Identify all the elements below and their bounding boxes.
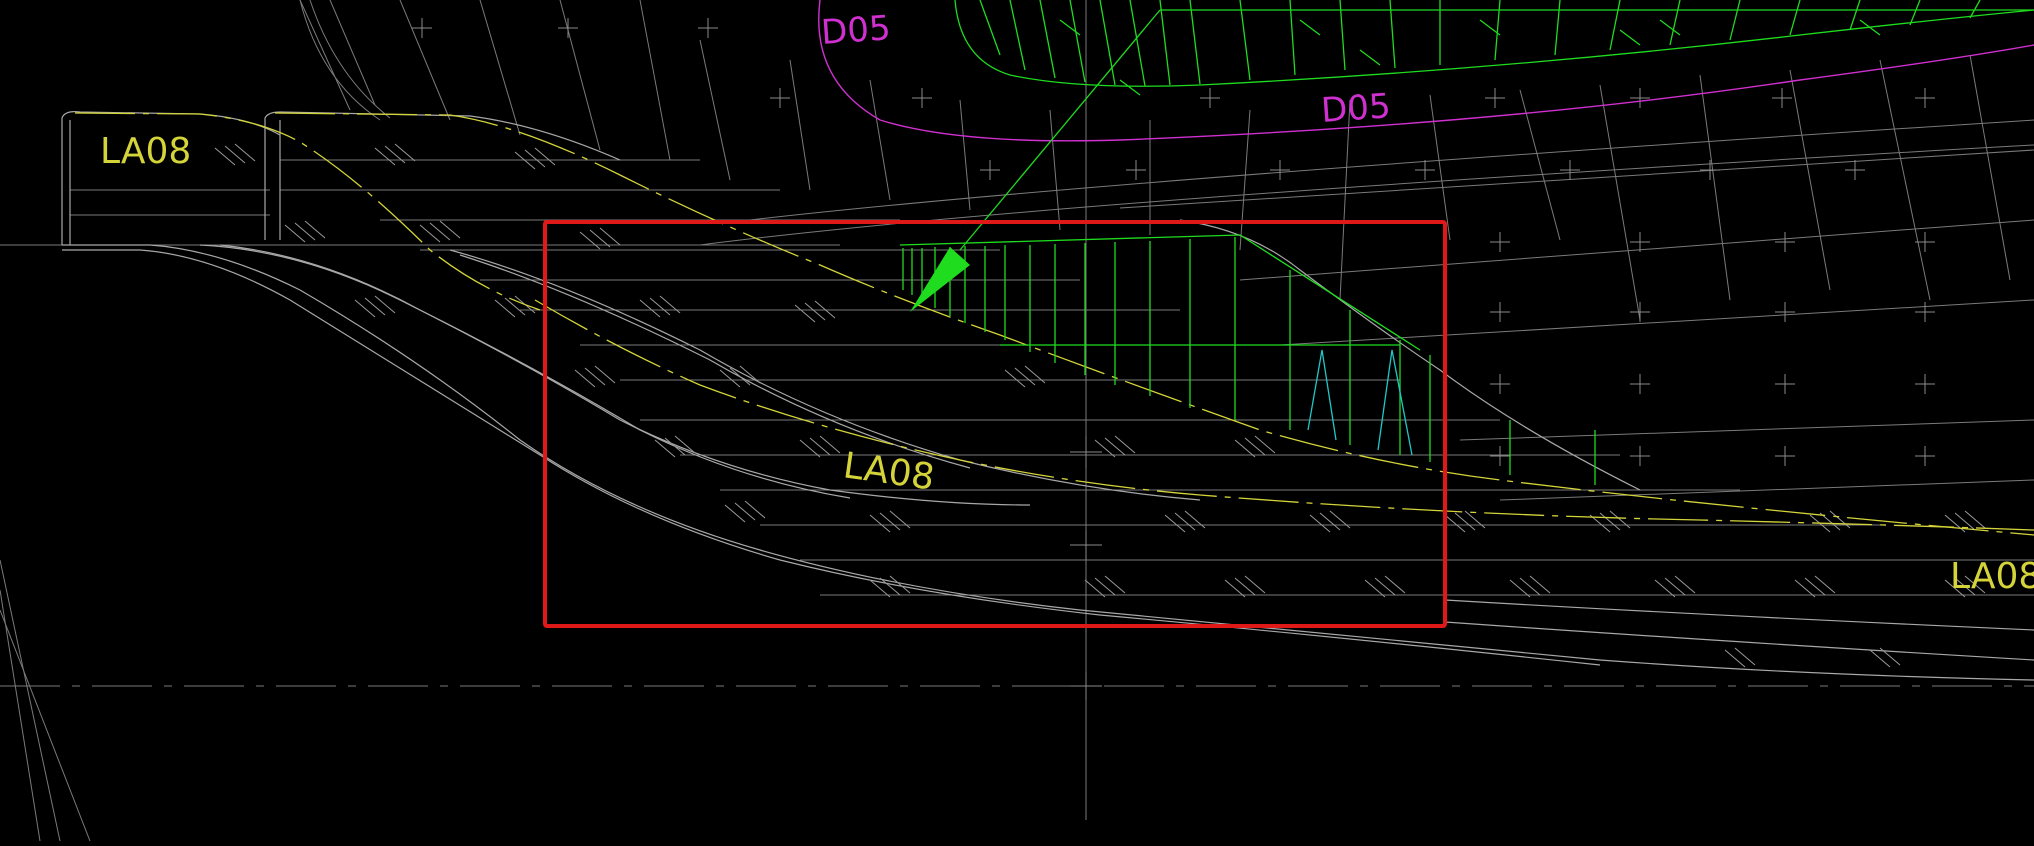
- green-hatch-region-top: [954, 0, 2034, 96]
- label-d05-curve: D05: [1320, 86, 1392, 131]
- cad-drawing-viewport[interactable]: LA08 LA08 LA08 D05 D05: [0, 0, 2034, 842]
- background-grid: [0, 0, 2034, 842]
- grid-cross-markers: [412, 18, 1935, 700]
- label-la08-right: LA08: [1950, 556, 2034, 597]
- label-d05-top: D05: [820, 8, 892, 53]
- green-hatch-region-selection: [899, 9, 1596, 485]
- cyan-spike-marks: [1307, 349, 1413, 456]
- layer-labels: LA08 LA08 LA08 D05 D05: [100, 8, 2034, 597]
- selection-highlight-box: [543, 220, 1447, 628]
- cad-drawing-canvas[interactable]: LA08 LA08 LA08 D05 D05: [0, 0, 2034, 842]
- label-la08-center: LA08: [841, 445, 937, 498]
- label-la08-top-left: LA08: [100, 131, 191, 172]
